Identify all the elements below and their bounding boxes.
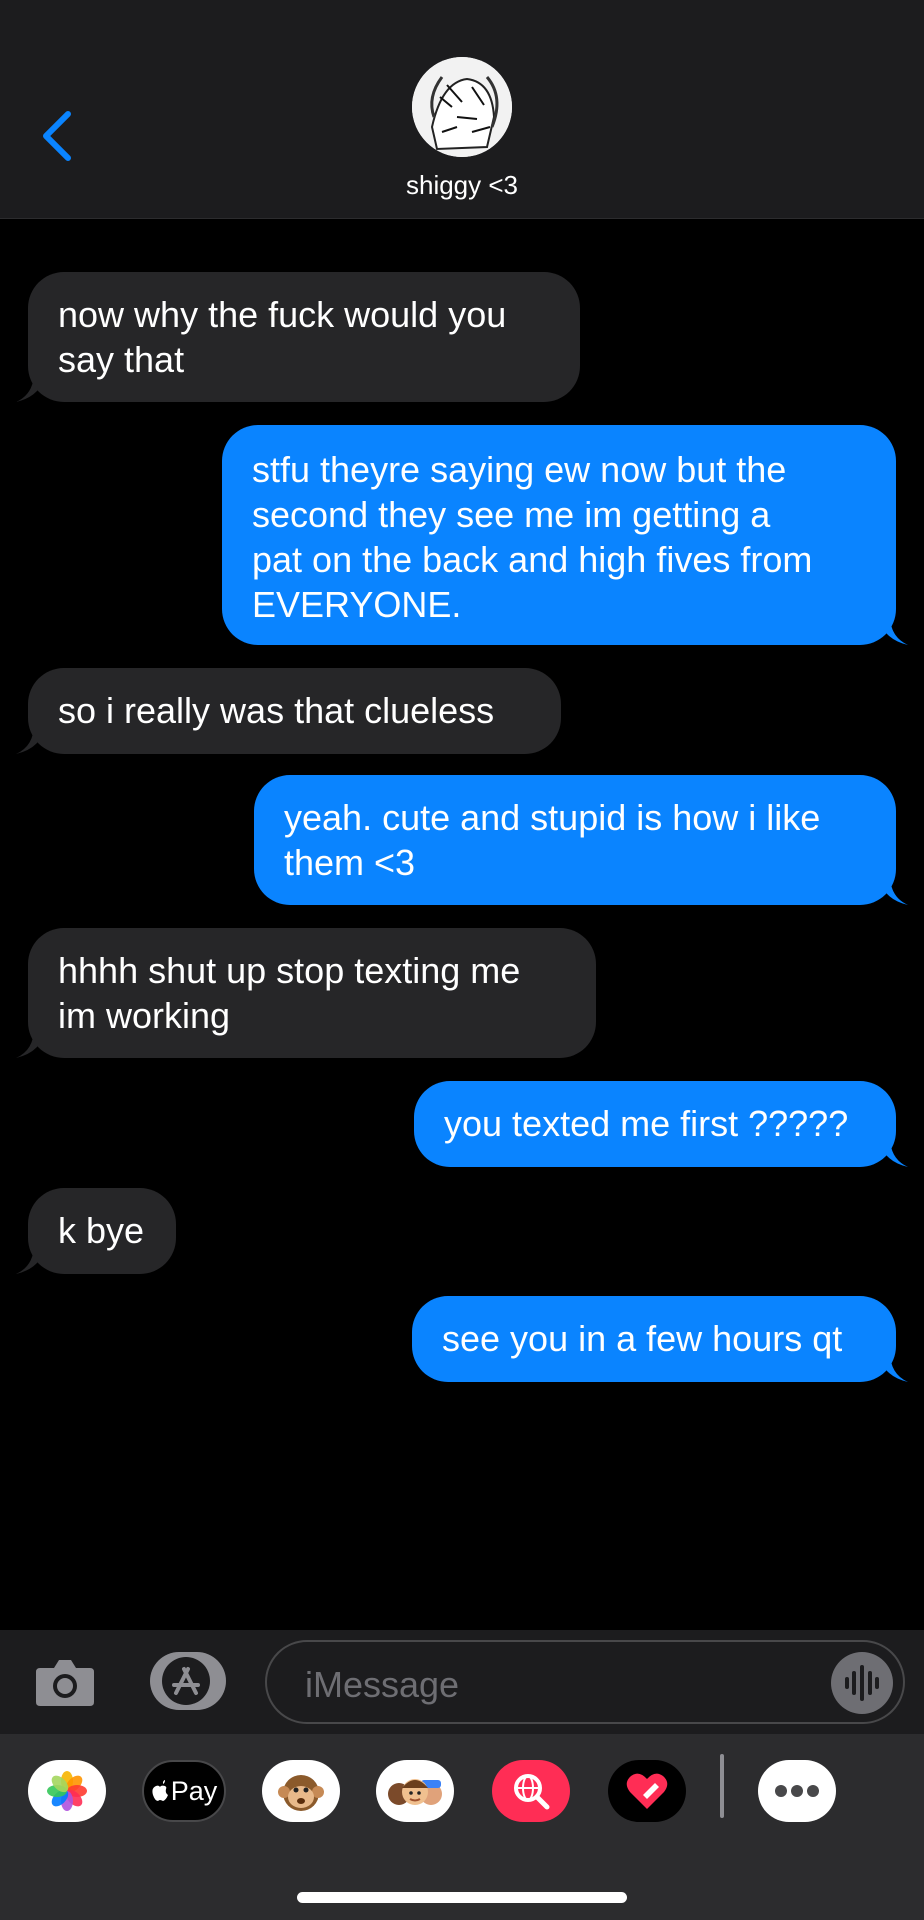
message-bubble-outgoing[interactable]: stfu theyre saying ew now but the second… xyxy=(222,425,908,645)
message-text: EVERYONE. xyxy=(252,584,462,625)
message-text: say that xyxy=(58,339,185,380)
message-text: second they see me im getting a xyxy=(252,494,771,535)
message-input-placeholder: iMessage xyxy=(305,1664,460,1705)
apple-pay-app-icon[interactable]: Pay xyxy=(142,1760,226,1822)
memoji-stickers-icon[interactable] xyxy=(376,1760,454,1822)
message-text: you texted me first ????? xyxy=(444,1103,849,1144)
app-drawer: Pay xyxy=(0,1734,924,1920)
memoji-monkey-icon[interactable] xyxy=(262,1760,340,1822)
message-bubble-incoming[interactable]: now why the fuck would you say that xyxy=(16,272,580,402)
message-text: k bye xyxy=(58,1210,145,1251)
message-bubble-outgoing[interactable]: see you in a few hours qt xyxy=(412,1296,908,1382)
message-text: yeah. cute and stupid is how i like xyxy=(284,797,821,838)
photos-app-icon[interactable] xyxy=(28,1760,106,1822)
camera-icon[interactable] xyxy=(34,1654,96,1710)
contact-name[interactable]: shiggy <3 xyxy=(0,170,924,201)
digital-touch-heart-icon[interactable] xyxy=(608,1760,686,1822)
message-input[interactable]: iMessage xyxy=(265,1640,905,1724)
message-bubble-outgoing[interactable]: yeah. cute and stupid is how i like them… xyxy=(254,775,908,905)
message-text: now why the fuck would you xyxy=(58,294,507,335)
message-bubble-incoming[interactable]: so i really was that clueless xyxy=(16,668,561,754)
message-text: them <3 xyxy=(284,842,416,883)
drawer-divider xyxy=(720,1754,724,1818)
message-text: im working xyxy=(58,995,231,1036)
home-indicator[interactable] xyxy=(297,1892,627,1903)
message-bubble-incoming[interactable]: hhhh shut up stop texting me im working xyxy=(16,928,596,1058)
contact-avatar[interactable] xyxy=(412,57,512,157)
app-store-icon[interactable] xyxy=(150,1652,226,1710)
conversation-header: shiggy <3 xyxy=(0,0,924,219)
audio-message-icon[interactable] xyxy=(831,1652,893,1714)
apple-pay-label: Pay xyxy=(170,1775,218,1806)
message-bubble-outgoing[interactable]: you texted me first ????? xyxy=(414,1081,908,1167)
web-images-search-icon[interactable] xyxy=(492,1760,570,1822)
message-bubble-incoming[interactable]: k bye xyxy=(16,1188,176,1274)
more-apps-icon[interactable] xyxy=(758,1760,836,1822)
message-text: hhhh shut up stop texting me xyxy=(58,950,521,991)
message-text: see you in a few hours qt xyxy=(442,1318,843,1359)
message-text: so i really was that clueless xyxy=(58,690,495,731)
message-text: pat on the back and high fives from xyxy=(252,539,813,580)
composer-bar: iMessage xyxy=(0,1630,924,1734)
message-text: stfu theyre saying ew now but the xyxy=(252,449,787,490)
back-chevron-icon[interactable] xyxy=(38,108,78,164)
